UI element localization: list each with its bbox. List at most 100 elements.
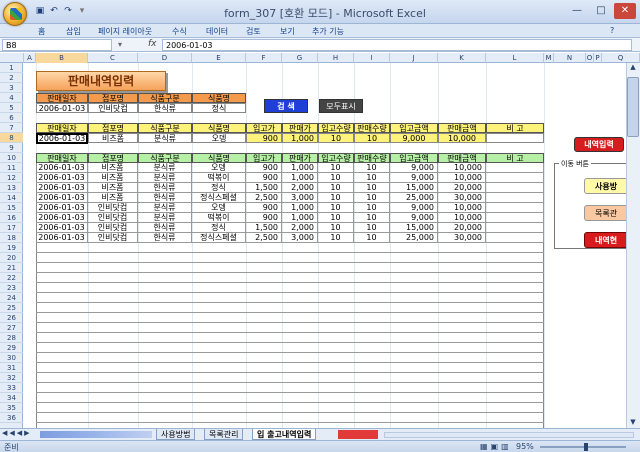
column-header[interactable]: A: [24, 53, 36, 63]
input-price-cell[interactable]: 1,000: [282, 133, 318, 143]
scroll-up-icon[interactable]: ▲: [627, 63, 639, 73]
undo-icon[interactable]: ↶: [48, 6, 60, 17]
column-header[interactable]: H: [318, 53, 354, 63]
table-cell[interactable]: [486, 193, 544, 203]
table-cell[interactable]: 2006-01-03: [36, 163, 88, 173]
column-header[interactable]: F: [246, 53, 282, 63]
column-header[interactable]: Q: [602, 53, 640, 63]
table-cell[interactable]: 10: [354, 213, 390, 223]
row-header[interactable]: 26: [0, 313, 23, 323]
input-note-cell[interactable]: [486, 133, 544, 143]
office-button[interactable]: [3, 2, 27, 26]
row-header[interactable]: 23: [0, 283, 23, 293]
column-header[interactable]: M: [544, 53, 554, 63]
table-cell[interactable]: 한식류: [138, 223, 192, 233]
row-header[interactable]: 15: [0, 203, 23, 213]
row-header[interactable]: 7: [0, 123, 23, 133]
tab-inout-entry[interactable]: 입 출고내역입력: [252, 429, 317, 440]
row-header[interactable]: 27: [0, 323, 23, 333]
column-header[interactable]: O: [586, 53, 594, 63]
table-cell[interactable]: 한식류: [138, 233, 192, 243]
column-header[interactable]: G: [282, 53, 318, 63]
table-cell[interactable]: 떡볶이: [192, 213, 246, 223]
table-cell[interactable]: [486, 233, 544, 243]
row-header[interactable]: 21: [0, 263, 23, 273]
table-cell[interactable]: [486, 223, 544, 233]
table-cell[interactable]: [486, 183, 544, 193]
namebox-dropdown-icon[interactable]: ▾: [118, 40, 122, 49]
help-icon[interactable]: ?: [610, 26, 614, 35]
input-category-cell[interactable]: 분식류: [138, 133, 192, 143]
table-cell[interactable]: 900: [246, 173, 282, 183]
table-cell[interactable]: 10: [318, 223, 354, 233]
table-cell[interactable]: [486, 163, 544, 173]
sheet-nav-icon[interactable]: ◀◀◀▶: [2, 429, 32, 437]
table-cell[interactable]: 10: [318, 213, 354, 223]
table-cell[interactable]: 분식류: [138, 203, 192, 213]
row-header[interactable]: 5: [0, 103, 23, 113]
table-cell[interactable]: 10: [318, 233, 354, 243]
table-cell[interactable]: 25,000: [390, 193, 438, 203]
row-header[interactable]: 2: [0, 73, 23, 83]
row-header[interactable]: 34: [0, 393, 23, 403]
tab-insert[interactable]: 삽입: [66, 26, 81, 37]
row-header[interactable]: 25: [0, 303, 23, 313]
table-cell[interactable]: [486, 213, 544, 223]
table-cell[interactable]: 정식: [192, 223, 246, 233]
column-header[interactable]: D: [138, 53, 192, 63]
table-cell[interactable]: 떡볶이: [192, 173, 246, 183]
row-header[interactable]: 12: [0, 173, 23, 183]
tab-page-layout[interactable]: 페이지 레이아웃: [98, 26, 152, 37]
entry-input-button[interactable]: 내역입력: [574, 137, 624, 152]
row-header[interactable]: 16: [0, 213, 23, 223]
select-all-corner[interactable]: [0, 53, 24, 63]
tab-catalog[interactable]: 목록관리: [204, 429, 244, 440]
table-cell[interactable]: 정식스페셜: [192, 193, 246, 203]
table-cell[interactable]: 900: [246, 163, 282, 173]
input-cost-cell[interactable]: 900: [246, 133, 282, 143]
tab-red[interactable]: [338, 430, 378, 439]
row-header[interactable]: 32: [0, 373, 23, 383]
table-cell[interactable]: 분식류: [138, 173, 192, 183]
tab-data[interactable]: 데이터: [206, 26, 228, 37]
name-box[interactable]: B8: [2, 39, 112, 51]
row-header[interactable]: 11: [0, 163, 23, 173]
table-cell[interactable]: 비즈폼: [88, 193, 138, 203]
table-cell[interactable]: 2006-01-03: [36, 193, 88, 203]
column-header[interactable]: J: [390, 53, 438, 63]
table-cell[interactable]: 10,000: [438, 163, 486, 173]
table-cell[interactable]: 2006-01-03: [36, 213, 88, 223]
table-cell[interactable]: 20,000: [438, 223, 486, 233]
table-cell[interactable]: 정식스페셜: [192, 233, 246, 243]
table-cell[interactable]: 10: [354, 173, 390, 183]
row-header[interactable]: 14: [0, 193, 23, 203]
table-cell[interactable]: [486, 203, 544, 213]
quick-access-dropdown-icon[interactable]: ▾: [76, 6, 88, 17]
minimize-button[interactable]: —: [566, 3, 588, 19]
row-header[interactable]: 19: [0, 243, 23, 253]
table-cell[interactable]: 10: [318, 183, 354, 193]
row-header[interactable]: 6: [0, 113, 23, 123]
table-cell[interactable]: 2,000: [282, 183, 318, 193]
row-header[interactable]: 8: [0, 133, 23, 143]
table-cell[interactable]: 1,000: [282, 203, 318, 213]
table-cell[interactable]: 10: [354, 163, 390, 173]
input-store-cell[interactable]: 비즈폼: [88, 133, 138, 143]
table-cell[interactable]: 15,000: [390, 183, 438, 193]
row-header[interactable]: 18: [0, 233, 23, 243]
zoom-slider-thumb[interactable]: [584, 443, 588, 451]
table-cell[interactable]: 900: [246, 203, 282, 213]
table-cell[interactable]: 10,000: [438, 213, 486, 223]
table-cell[interactable]: 10: [354, 203, 390, 213]
tab-addins[interactable]: 추가 기능: [312, 26, 344, 37]
show-all-button[interactable]: 모두표시: [319, 99, 363, 113]
table-cell[interactable]: 2006-01-03: [36, 203, 88, 213]
column-header[interactable]: E: [192, 53, 246, 63]
table-cell[interactable]: 9,000: [390, 213, 438, 223]
table-cell[interactable]: 인비닷컴: [88, 233, 138, 243]
table-cell[interactable]: 오뎅: [192, 163, 246, 173]
table-cell[interactable]: 1,500: [246, 183, 282, 193]
scroll-down-icon[interactable]: ▼: [627, 418, 639, 428]
input-date-cell[interactable]: 2006-01-03: [36, 133, 88, 144]
table-cell[interactable]: 9,000: [390, 163, 438, 173]
